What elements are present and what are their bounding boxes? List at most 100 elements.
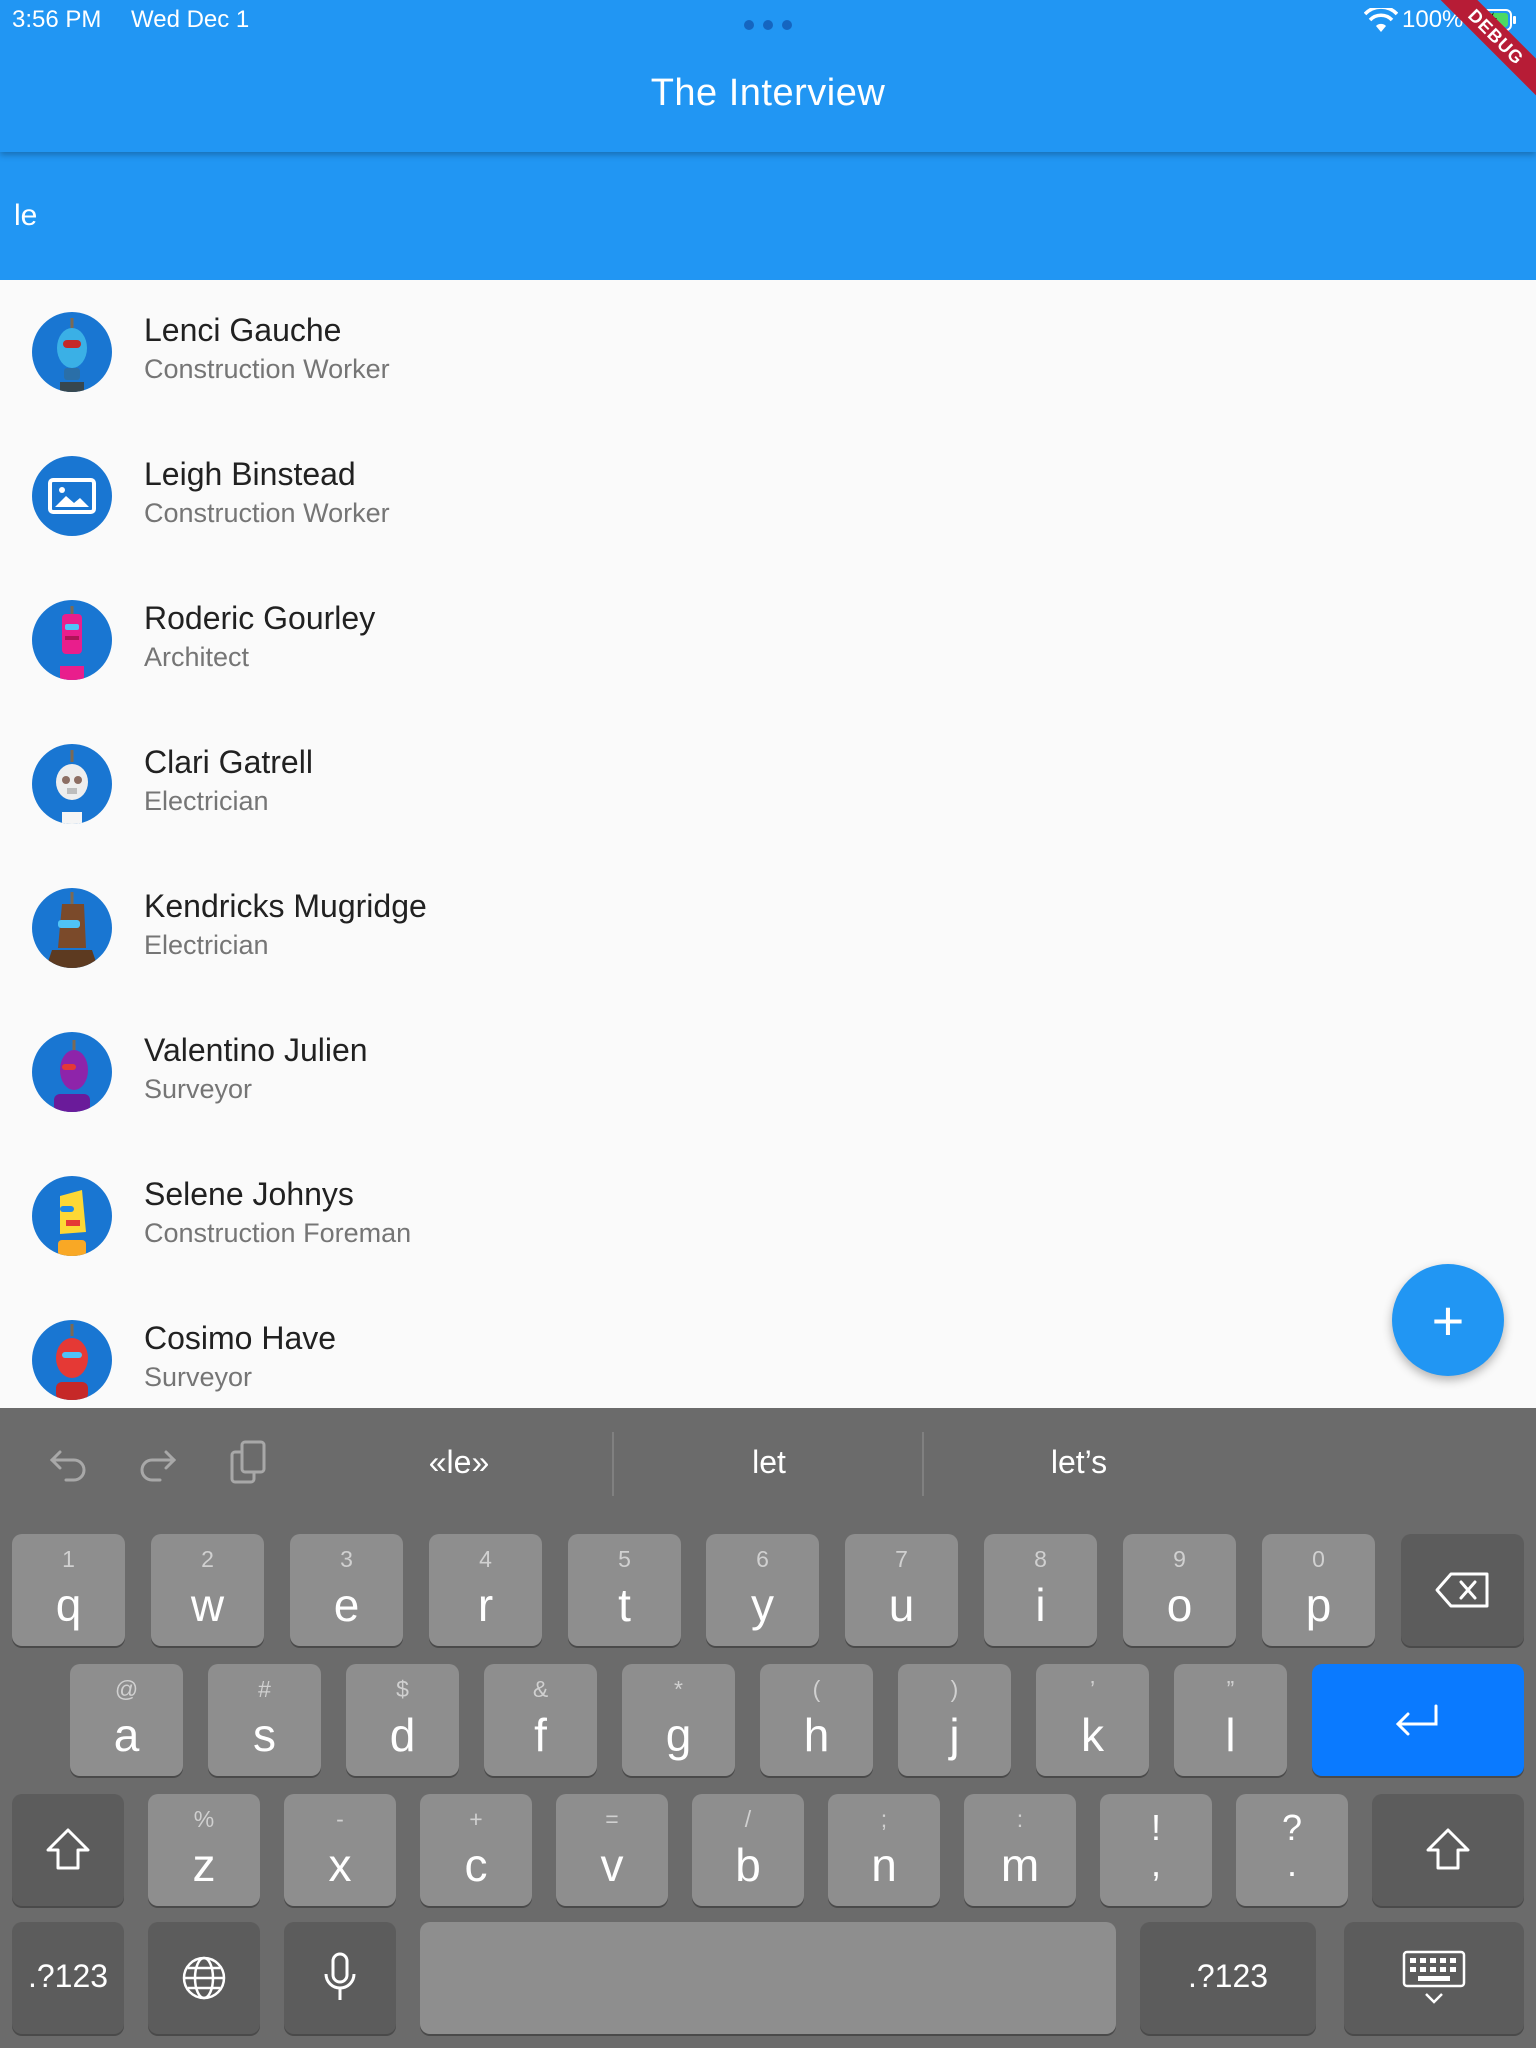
list-item[interactable]: Roderic Gourley Architect bbox=[0, 568, 1536, 712]
shift-icon bbox=[46, 1828, 90, 1870]
add-icon: + bbox=[1431, 1288, 1465, 1352]
robot-avatar-icon bbox=[58, 1190, 86, 1256]
key-n[interactable]: ; n bbox=[828, 1794, 940, 1906]
shift-icon bbox=[1426, 1828, 1470, 1870]
key-c[interactable]: + c bbox=[420, 1794, 532, 1906]
key-m[interactable]: :m bbox=[964, 1794, 1076, 1906]
backspace-icon bbox=[1435, 1572, 1488, 1608]
paste-icon[interactable] bbox=[224, 1438, 272, 1486]
contact-name: Selene Johnys bbox=[144, 1176, 354, 1212]
key-e[interactable]: 3e bbox=[290, 1534, 403, 1646]
image-placeholder-icon bbox=[48, 478, 96, 514]
suggestion-bar: «le» let let’s bbox=[0, 1408, 1536, 1520]
key-exclamation-comma[interactable]: !, bbox=[1100, 1794, 1212, 1906]
status-time: 3:56 PM bbox=[12, 6, 102, 33]
list-item[interactable]: Cosimo Have Surveyor bbox=[0, 1288, 1536, 1408]
key-x[interactable]: -x bbox=[284, 1794, 396, 1906]
list-item[interactable]: Selene Johnys Construction Foreman bbox=[0, 1144, 1536, 1288]
add-button[interactable]: + bbox=[1392, 1264, 1504, 1376]
contact-role: Architect bbox=[144, 642, 250, 672]
avatar bbox=[32, 1176, 112, 1256]
delete-key[interactable] bbox=[1401, 1534, 1524, 1646]
list-item[interactable]: Clari Gatrell Electrician bbox=[0, 712, 1536, 856]
contact-role: Electrician bbox=[144, 786, 269, 816]
status-date: Wed Dec 1 bbox=[131, 6, 250, 33]
on-screen-keyboard: «le» let let’s 1q 2w 3e 4r 5t 6y 7u 8i 9… bbox=[0, 1408, 1536, 2048]
contact-name: Cosimo Have bbox=[144, 1320, 337, 1356]
contact-role: Surveyor bbox=[144, 1362, 253, 1392]
globe-key[interactable] bbox=[148, 1922, 260, 2034]
robot-avatar-icon bbox=[57, 318, 87, 392]
robot-avatar-icon bbox=[56, 1324, 88, 1400]
key-u[interactable]: 7u bbox=[845, 1534, 958, 1646]
contact-name: Valentino Julien bbox=[144, 1032, 368, 1068]
return-icon bbox=[1395, 1704, 1438, 1736]
key-w[interactable]: 2w bbox=[151, 1534, 264, 1646]
key-j[interactable]: ) j bbox=[898, 1664, 1011, 1776]
contact-list[interactable]: Lenci Gauche Construction Worker Leigh B… bbox=[0, 280, 1536, 1408]
robot-avatar-icon bbox=[56, 750, 88, 824]
avatar bbox=[32, 1032, 112, 1112]
key-z[interactable]: % z bbox=[148, 1794, 260, 1906]
numbers-key-right[interactable]: .?123 bbox=[1140, 1922, 1316, 2034]
app-bar: 3:56 PM Wed Dec 1 100% The Interview bbox=[0, 0, 1536, 152]
space-key[interactable] bbox=[420, 1922, 1116, 2034]
undo-icon[interactable] bbox=[44, 1438, 92, 1486]
key-y[interactable]: 6y bbox=[706, 1534, 819, 1646]
contact-role: Construction Worker bbox=[144, 498, 390, 528]
avatar bbox=[32, 1320, 112, 1400]
key-s[interactable]: # s bbox=[208, 1664, 321, 1776]
return-key[interactable] bbox=[1312, 1664, 1524, 1776]
contact-role: Electrician bbox=[144, 930, 269, 960]
dismiss-keyboard-key[interactable] bbox=[1344, 1922, 1524, 2034]
avatar bbox=[32, 312, 112, 392]
shift-key-left[interactable] bbox=[12, 1794, 124, 1906]
contact-name: Roderic Gourley bbox=[144, 600, 376, 636]
key-v[interactable]: = v bbox=[556, 1794, 668, 1906]
suggestion-2[interactable]: let bbox=[614, 1444, 924, 1481]
search-bar bbox=[0, 152, 1536, 280]
list-item[interactable]: Lenci Gauche Construction Worker bbox=[0, 280, 1536, 424]
robot-avatar-icon bbox=[46, 892, 98, 968]
key-i[interactable]: 8i bbox=[984, 1534, 1097, 1646]
list-item[interactable]: Leigh Binstead Construction Worker bbox=[0, 424, 1536, 568]
contact-role: Construction Foreman bbox=[144, 1218, 412, 1248]
key-f[interactable]: & f bbox=[484, 1664, 597, 1776]
numbers-key-left[interactable]: .?123 bbox=[12, 1922, 124, 2034]
key-d[interactable]: $ d bbox=[346, 1664, 459, 1776]
contact-name: Clari Gatrell bbox=[144, 744, 313, 780]
avatar bbox=[32, 456, 112, 536]
globe-icon bbox=[182, 1956, 226, 2000]
redo-icon[interactable] bbox=[134, 1438, 182, 1486]
list-item[interactable]: Kendricks Mugridge Electrician bbox=[0, 856, 1536, 1000]
suggestion-1[interactable]: «le» bbox=[304, 1444, 614, 1481]
robot-avatar-icon bbox=[60, 606, 84, 680]
key-l[interactable]: ” l bbox=[1174, 1664, 1287, 1776]
list-item[interactable]: Valentino Julien Surveyor bbox=[0, 1000, 1536, 1144]
microphone-icon bbox=[324, 1952, 356, 2000]
key-t[interactable]: 5t bbox=[568, 1534, 681, 1646]
keyboard-dismiss-icon bbox=[1402, 1950, 1466, 2004]
debug-banner: DEBUG bbox=[1436, 0, 1536, 100]
key-r[interactable]: 4r bbox=[429, 1534, 542, 1646]
wifi-icon bbox=[1364, 8, 1398, 32]
page-title: The Interview bbox=[650, 72, 886, 114]
robot-avatar-icon bbox=[54, 1040, 90, 1112]
key-q[interactable]: 1q bbox=[12, 1534, 125, 1646]
suggestion-3[interactable]: let’s bbox=[924, 1444, 1234, 1481]
contact-name: Leigh Binstead bbox=[144, 456, 356, 492]
key-a[interactable]: @ a bbox=[70, 1664, 183, 1776]
key-k[interactable]: ’ k bbox=[1036, 1664, 1149, 1776]
shift-key-right[interactable] bbox=[1372, 1794, 1524, 1906]
dictation-key[interactable] bbox=[284, 1922, 396, 2034]
key-question-period[interactable]: ?. bbox=[1236, 1794, 1348, 1906]
key-p[interactable]: 0p bbox=[1262, 1534, 1375, 1646]
contact-name: Lenci Gauche bbox=[144, 312, 342, 348]
multitasking-dots-icon[interactable] bbox=[744, 20, 792, 30]
key-g[interactable]: * g bbox=[622, 1664, 735, 1776]
search-input[interactable] bbox=[14, 196, 1414, 236]
key-o[interactable]: 9o bbox=[1123, 1534, 1236, 1646]
avatar bbox=[32, 600, 112, 680]
key-b[interactable]: / b bbox=[692, 1794, 804, 1906]
key-h[interactable]: (h bbox=[760, 1664, 873, 1776]
